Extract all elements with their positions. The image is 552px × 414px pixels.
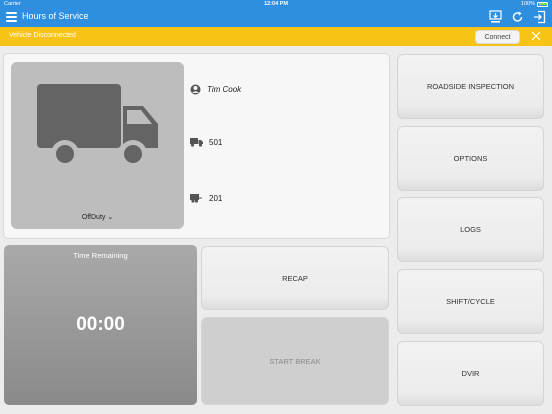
- shift-cycle-button[interactable]: SHIFT/CYCLE: [397, 269, 544, 334]
- status-time: 12:04 PM: [264, 1, 288, 7]
- truck-small-icon: [190, 138, 203, 147]
- close-icon[interactable]: [530, 30, 542, 42]
- truck-icon: [37, 84, 158, 168]
- truck-number: 501: [209, 138, 223, 147]
- battery-percent: 100%: [520, 1, 535, 7]
- navbar: Hours of Service: [0, 8, 552, 27]
- menu-icon[interactable]: [6, 12, 17, 22]
- trailer-number: 201: [209, 194, 223, 203]
- banner-message: Vehicle Disconnected: [9, 32, 76, 39]
- time-remaining-panel: Time Remaining 00:00: [4, 245, 197, 405]
- page-title: Hours of Service: [22, 11, 89, 21]
- duty-status-label: OffDuty: [81, 214, 106, 221]
- driver-name: Tim Cook: [207, 85, 242, 94]
- download-icon[interactable]: [489, 10, 502, 24]
- trailer-row: 201: [190, 194, 222, 203]
- truck-row: 501: [190, 138, 222, 147]
- logout-icon[interactable]: [533, 10, 546, 24]
- trailer-icon: [190, 194, 202, 203]
- dvir-button[interactable]: DVIR: [397, 341, 544, 406]
- logs-button[interactable]: LOGS: [397, 197, 544, 262]
- options-button[interactable]: OPTIONS: [397, 126, 544, 191]
- status-right: 100%: [521, 1, 548, 7]
- roadside-inspection-button[interactable]: ROADSIDE INSPECTION: [397, 54, 544, 119]
- user-icon: [190, 84, 201, 95]
- connection-banner: Vehicle Disconnected Connect: [0, 27, 552, 46]
- chevron-down-icon: ⌄: [107, 214, 114, 221]
- nav-actions: [489, 10, 546, 24]
- status-bar: Carrier 12:04 PM 100%: [0, 0, 552, 8]
- truck-image: OffDuty ⌄: [11, 62, 184, 229]
- time-remaining-label: Time Remaining: [73, 251, 128, 260]
- battery-icon: [537, 1, 548, 7]
- connect-button[interactable]: Connect: [475, 29, 520, 44]
- recap-button[interactable]: RECAP: [201, 246, 389, 310]
- duty-status-dropdown[interactable]: OffDuty ⌄: [11, 213, 184, 221]
- start-break-button[interactable]: START BREAK: [201, 317, 389, 405]
- driver-row: Tim Cook: [190, 84, 241, 95]
- refresh-icon[interactable]: [511, 10, 524, 24]
- time-remaining-value: 00:00: [76, 314, 125, 335]
